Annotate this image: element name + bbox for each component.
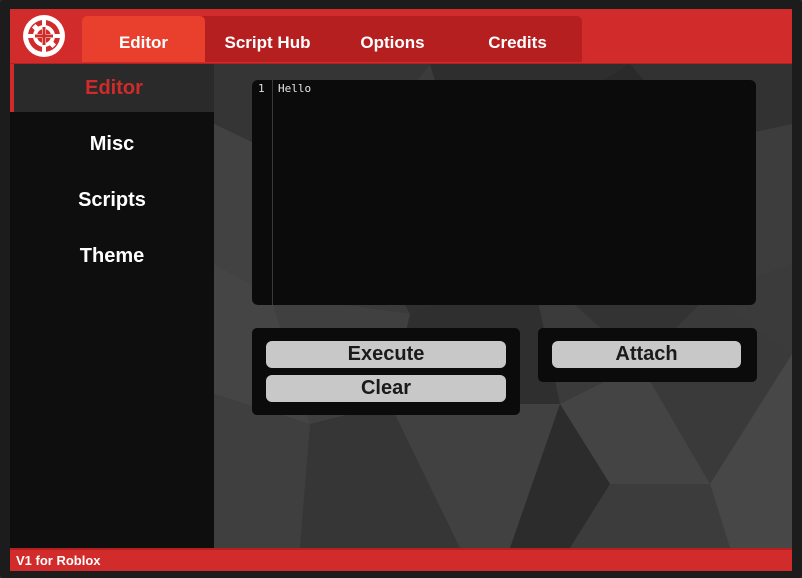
line-number-gutter: 1 [252,80,273,305]
tab-script-hub[interactable]: Script Hub [205,16,330,62]
line-number: 1 [258,82,265,95]
execute-button[interactable]: Execute [266,341,506,368]
attach-button[interactable]: Attach [552,341,741,368]
status-text: V1 for Roblox [16,553,101,568]
sidebar-item-misc[interactable]: Misc [10,120,214,168]
status-bar: V1 for Roblox [10,548,792,571]
tab-options[interactable]: Options [330,16,455,62]
tab-editor[interactable]: Editor [82,16,205,62]
code-editor[interactable]: 1 Hello [252,80,756,305]
sidebar-item-editor[interactable]: Editor [10,64,214,112]
clear-button[interactable]: Clear [266,375,506,402]
tab-strip: Editor Script Hub Options Credits [82,16,582,62]
main-content: Editor Misc Scripts Theme 1 Hello Execut… [10,64,792,548]
crosshair-logo-icon [23,15,65,57]
execute-panel: Execute Clear [252,328,520,415]
tab-credits[interactable]: Credits [455,16,580,62]
sidebar: Editor Misc Scripts Theme [10,64,214,548]
attach-panel: Attach [538,328,757,382]
sidebar-item-theme[interactable]: Theme [10,232,214,280]
code-text[interactable]: Hello [278,82,311,95]
sidebar-item-scripts[interactable]: Scripts [10,176,214,224]
title-bar: Editor Script Hub Options Credits [10,9,792,65]
app-window: Editor Script Hub Options Credits Editor… [0,0,802,578]
